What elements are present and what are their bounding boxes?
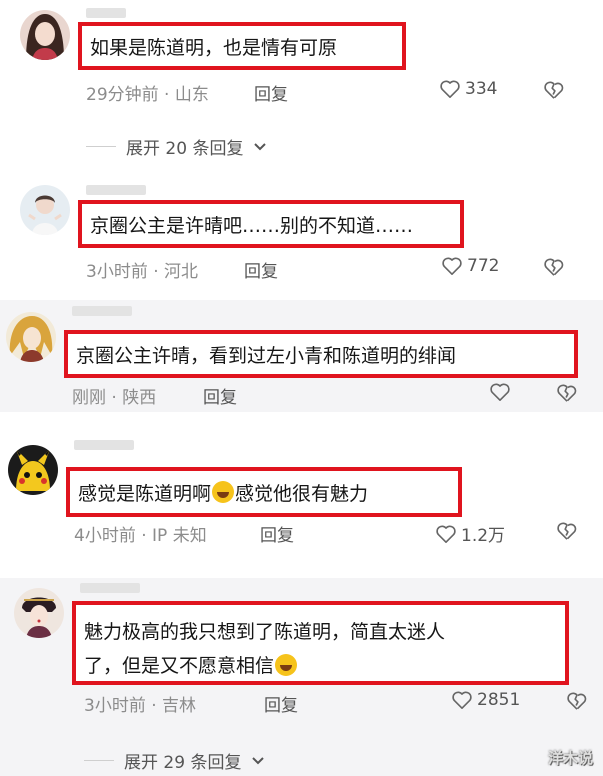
avatar[interactable] <box>20 185 70 235</box>
avatar[interactable] <box>8 445 58 495</box>
dislike-button[interactable] <box>556 383 578 403</box>
comment-text: 京圈公主许晴，看到过左小青和陈道明的绯闻 <box>64 330 578 378</box>
laughing-crying-emoji-icon <box>212 481 235 503</box>
dislike-button[interactable] <box>543 257 565 277</box>
heart-outline-icon <box>435 524 457 544</box>
like-count: 772 <box>467 256 500 276</box>
divider-line <box>84 760 114 761</box>
like-button[interactable]: 2851 <box>451 690 520 710</box>
comment-meta: 刚刚 · 陕西 <box>72 388 157 408</box>
divider-line <box>86 146 116 147</box>
heart-outline-icon <box>441 256 463 276</box>
expand-replies-button[interactable]: 展开 20 条回复 <box>86 134 267 159</box>
laughing-crying-emoji-icon <box>275 654 298 676</box>
expand-label: 展开 29 条回复 <box>124 753 242 773</box>
broken-heart-icon <box>566 691 588 711</box>
like-count: 2851 <box>477 690 521 710</box>
chevron-down-icon <box>251 751 265 771</box>
reply-button[interactable]: 回复 <box>260 521 294 546</box>
reply-button[interactable]: 回复 <box>254 80 288 105</box>
like-button[interactable] <box>489 382 515 402</box>
comment-text: 感觉是陈道明啊 感觉他很有魅力 <box>66 467 462 517</box>
comment-meta: 3小时前 · 河北 <box>86 262 199 282</box>
heart-outline-icon <box>439 79 461 99</box>
dislike-button[interactable] <box>543 80 565 100</box>
comment-meta: 3小时前 · 吉林 <box>84 696 197 716</box>
broken-heart-icon <box>556 383 578 403</box>
username-redacted <box>86 185 146 195</box>
reply-button[interactable]: 回复 <box>264 691 298 716</box>
dislike-button[interactable] <box>566 691 588 711</box>
heart-outline-icon <box>489 382 511 402</box>
username-redacted <box>72 306 132 316</box>
like-button[interactable]: 1.2万 <box>435 521 505 546</box>
like-button[interactable]: 772 <box>441 256 499 276</box>
username-redacted <box>74 440 134 450</box>
comment-text: 京圈公主是许晴吧……别的不知道…… <box>78 200 464 248</box>
comment-text: 如果是陈道明，也是情有可原 <box>78 22 406 70</box>
avatar[interactable] <box>6 312 56 362</box>
expand-replies-button[interactable]: 展开 29 条回复 <box>84 748 265 773</box>
broken-heart-icon <box>543 257 565 277</box>
username-redacted <box>80 583 140 593</box>
avatar[interactable] <box>20 10 70 60</box>
reply-button[interactable]: 回复 <box>244 257 278 282</box>
comment-meta: 4小时前 · IP 未知 <box>74 526 207 546</box>
username-redacted <box>86 8 126 18</box>
chevron-down-icon <box>253 137 267 157</box>
like-count: 1.2万 <box>461 526 506 546</box>
comment-text: 魅力极高的我只想到了陈道明，简直太迷人 了，但是又不愿意相信 <box>72 601 569 685</box>
reply-button[interactable]: 回复 <box>203 383 237 408</box>
dislike-button[interactable] <box>556 521 578 541</box>
comment-meta: 29分钟前 · 山东 <box>86 85 209 105</box>
heart-outline-icon <box>451 690 473 710</box>
like-button[interactable]: 334 <box>439 79 497 99</box>
broken-heart-icon <box>543 80 565 100</box>
like-count: 334 <box>465 79 498 99</box>
avatar[interactable] <box>14 588 64 638</box>
broken-heart-icon <box>556 521 578 541</box>
expand-label: 展开 20 条回复 <box>126 139 244 159</box>
watermark: 洋木说 <box>547 749 593 767</box>
